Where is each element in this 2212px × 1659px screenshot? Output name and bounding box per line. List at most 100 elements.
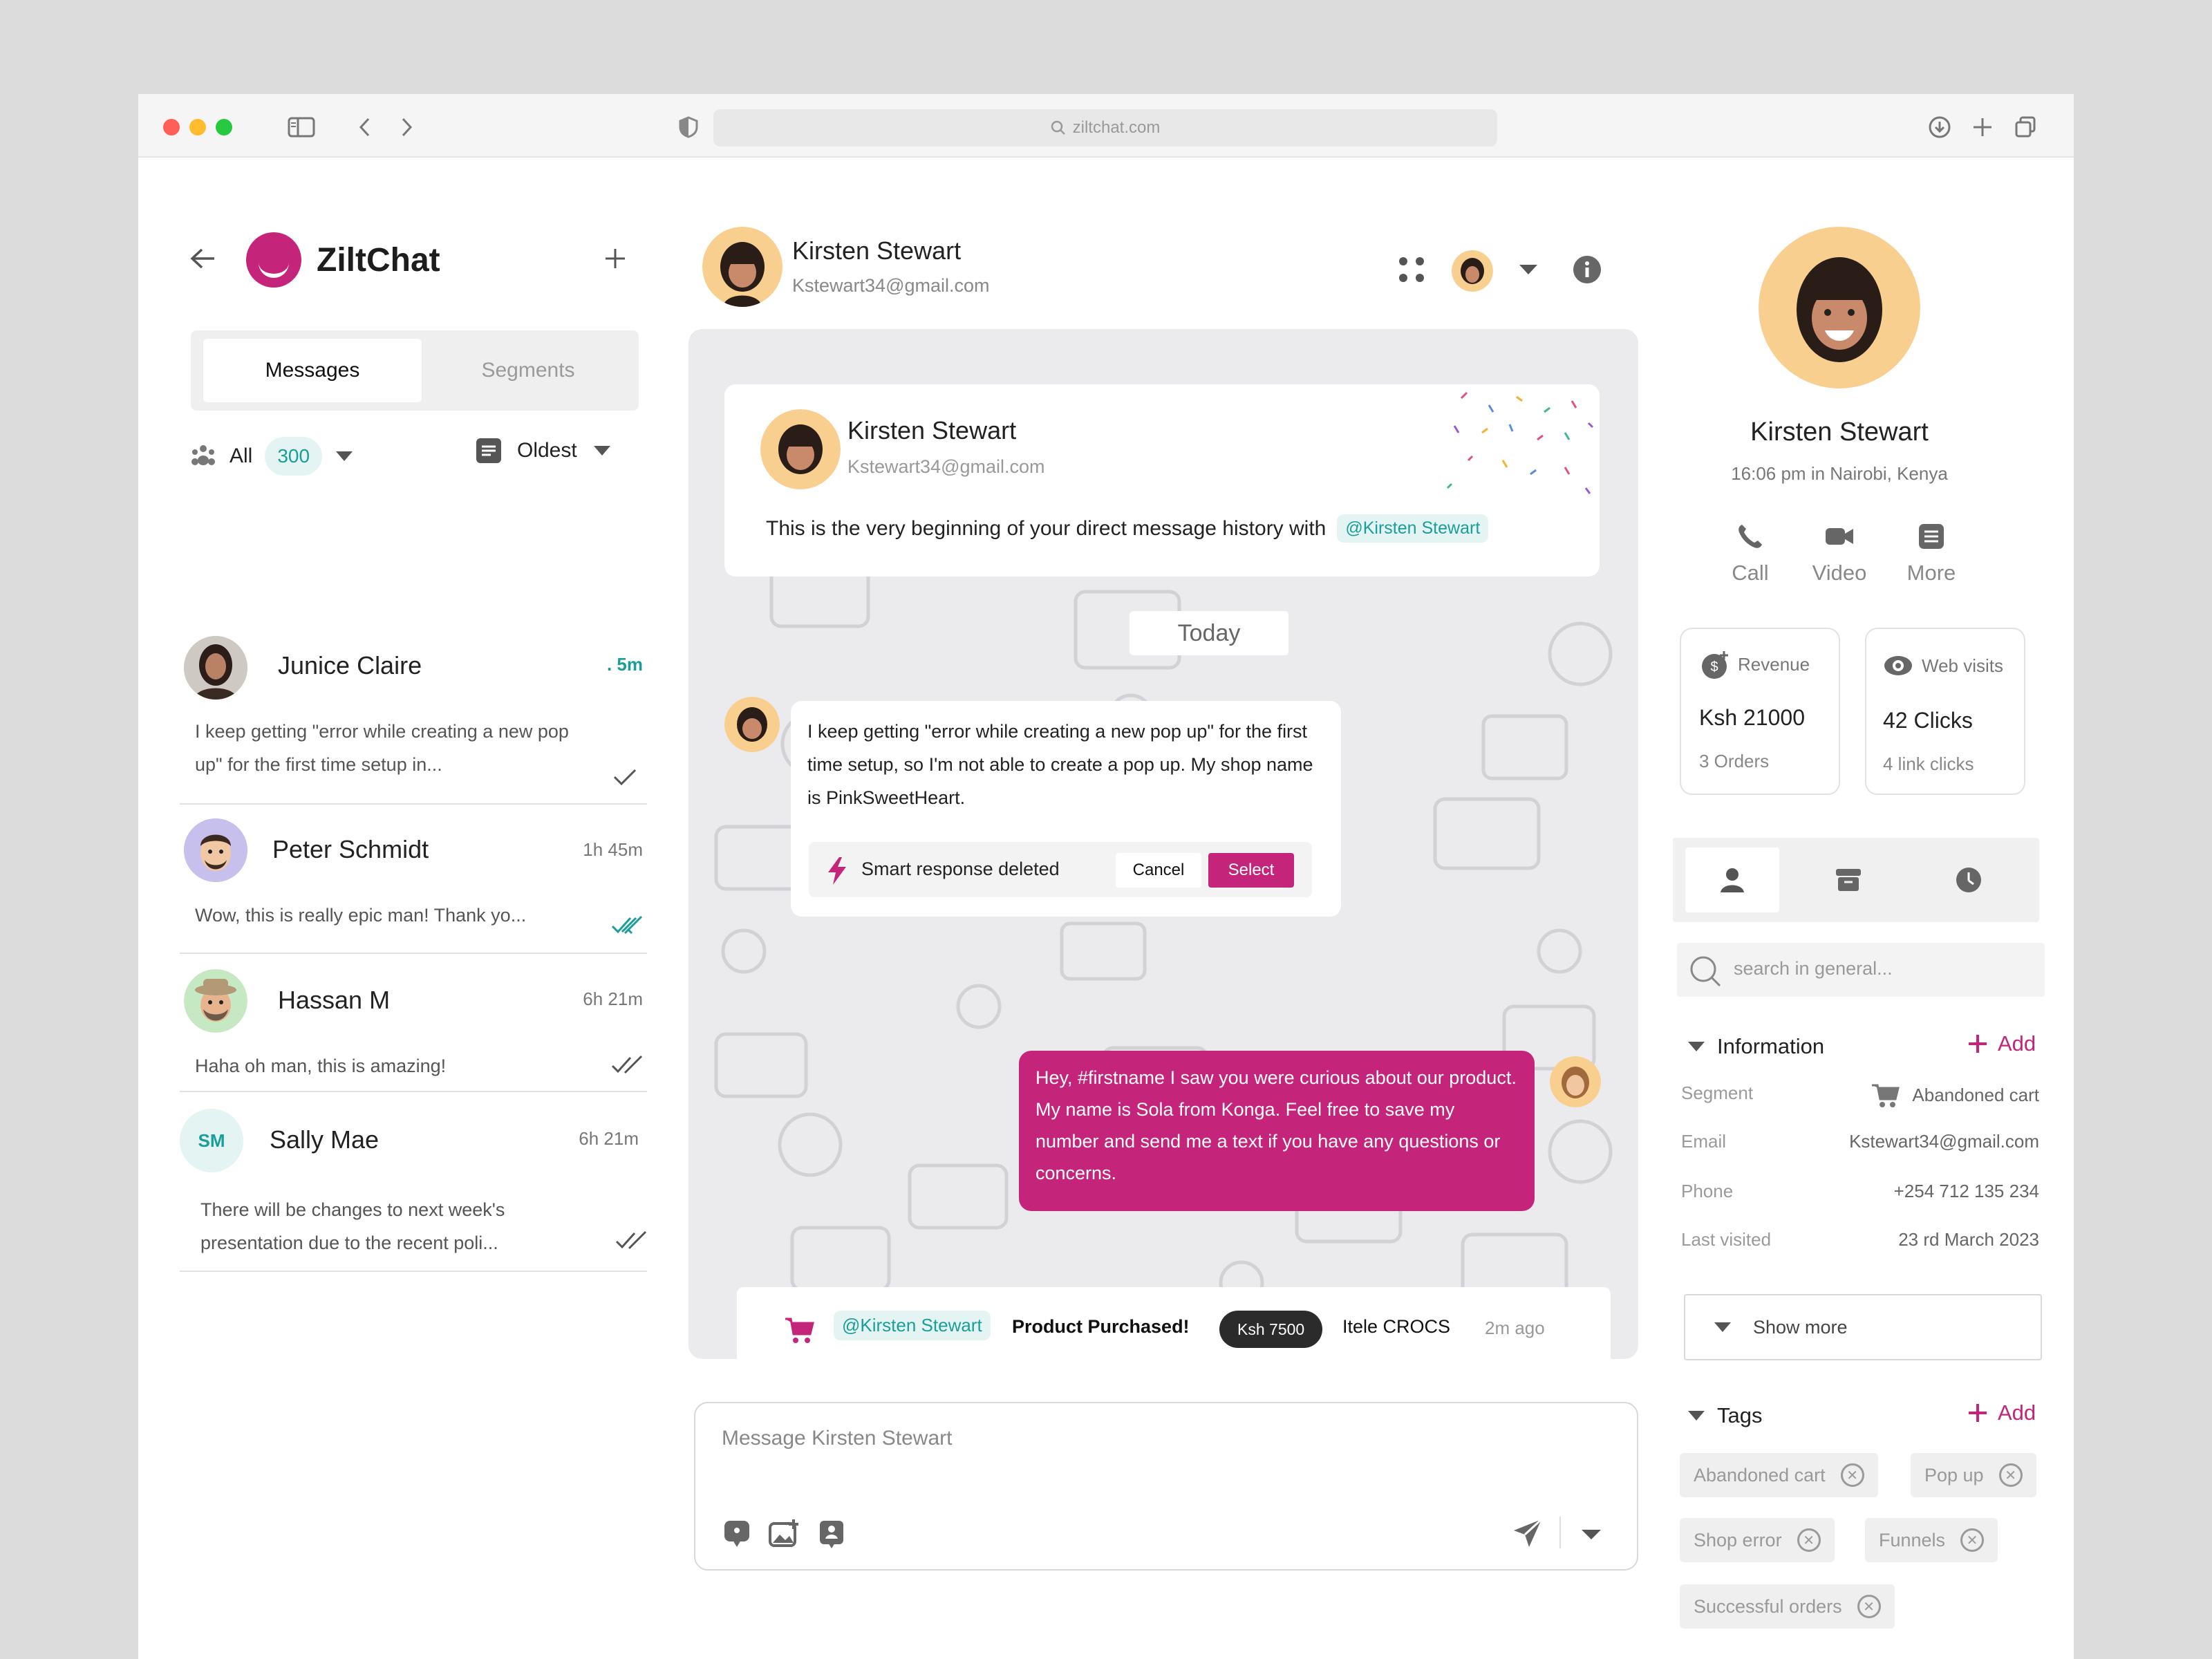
send-icon[interactable] [1512,1518,1543,1548]
chat-contact-name: Kirsten Stewart [792,236,962,265]
money-icon: $ [1702,651,1728,679]
sender-avatar [724,697,780,752]
conversation-time: 6h 21m [579,1128,639,1149]
profile-local-time: 16:06 pm in Nairobi, Kenya [1731,463,1948,484]
tab-history[interactable] [1922,847,2016,912]
double-check-read-icon [611,915,643,939]
profile-name: Kirsten Stewart [1750,418,1929,447]
maximize-window-button[interactable] [216,119,232,135]
cancel-button[interactable]: Cancel [1116,853,1201,888]
browser-window: ziltchat.com ZiltChat Messages Segments … [138,94,2074,1659]
tags-section-toggle[interactable]: Tags [1687,1403,1762,1428]
video-action[interactable]: Video [1801,523,1877,585]
outgoing-message-text: Hey, #firstname I saw you were curious a… [1035,1067,1517,1183]
chat-contact-email: Kstewart34@gmail.com [792,275,990,296]
search-input[interactable]: search in general... [1734,958,1893,980]
chat-bubble-icon[interactable] [723,1519,751,1548]
tag-chip: Pop up ✕ [1911,1453,2036,1497]
profile-tabs [1673,838,2039,922]
tabs-overview-icon[interactable] [2010,112,2041,142]
sort-dropdown[interactable]: Oldest [476,437,612,465]
profile-search-field[interactable]: search in general... [1677,943,2045,997]
address-bar[interactable]: ziltchat.com [713,109,1497,147]
conversation-name: Hassan M [278,986,391,1014]
filter-all[interactable]: All 300 [189,437,354,476]
double-check-icon [615,1230,647,1255]
back-icon[interactable] [350,112,380,142]
chevron-down-icon [336,451,353,461]
sort-label: Oldest [517,439,577,462]
conversation-item[interactable]: Hassan M 6h 21m Haha oh man, this is ama… [180,954,647,1092]
call-action[interactable]: Call [1717,523,1783,585]
tab-archive[interactable] [1801,847,1895,912]
conversation-preview: I keep getting "error while creating a n… [195,721,569,775]
remove-tag-icon[interactable]: ✕ [1857,1595,1881,1618]
contact-card-icon[interactable] [818,1519,845,1548]
sort-list-icon [476,438,501,463]
purchase-label: Product Purchased! [1012,1316,1190,1337]
segment-value: Abandoned cart [1912,1084,2039,1105]
tag-chip: Shop error ✕ [1680,1518,1835,1562]
info-icon[interactable] [1572,254,1602,288]
video-label: Video [1812,561,1867,585]
download-icon[interactable] [1924,112,1955,142]
assignee-avatar[interactable] [1452,250,1493,292]
email-label: Email [1681,1131,1727,1152]
avatar [184,818,247,882]
add-tag-label: Add [1998,1400,2036,1425]
tab-messages[interactable]: Messages [203,339,422,402]
panel-tabs: Messages Segments [191,330,639,411]
remove-tag-icon[interactable]: ✕ [1998,1463,2023,1487]
chat-contact-avatar[interactable] [702,227,782,307]
avatar [184,969,247,1033]
mention-chip[interactable]: @Kirsten Stewart [1337,514,1489,543]
conversation-preview: Haha oh man, this is amazing! [195,1056,447,1076]
avatar [184,636,247,700]
conversation-item[interactable]: SM Sally Mae 6h 21m There will be change… [180,1092,647,1272]
remove-tag-icon[interactable]: ✕ [1960,1528,1985,1552]
message-composer[interactable]: Message Kirsten Stewart [694,1402,1638,1571]
add-information-label: Add [1998,1031,2036,1056]
new-chat-plus-icon[interactable] [604,247,626,273]
information-section-toggle[interactable]: Information [1687,1034,1824,1059]
select-button[interactable]: Select [1208,853,1294,888]
assignee-dropdown-chevron-icon[interactable] [1518,263,1539,280]
chevron-down-icon [1688,1042,1705,1051]
filter-all-label: All [229,444,253,467]
add-information-button[interactable]: Add [1967,1031,2036,1056]
chevron-down-icon [593,446,610,456]
sidebar-toggle-icon[interactable] [286,112,317,142]
show-more-button[interactable]: Show more [1684,1294,2042,1360]
avatar-initials: SM [180,1109,243,1172]
remove-tag-icon[interactable]: ✕ [1840,1463,1864,1487]
people-group-icon [191,445,215,465]
conversation-name: Peter Schmidt [272,835,429,863]
shield-icon[interactable] [673,112,704,142]
back-arrow-icon[interactable] [189,247,216,273]
mention-chip[interactable]: @Kirsten Stewart [834,1311,991,1340]
tag-label: Shop error [1694,1529,1782,1550]
add-tag-button[interactable]: Add [1967,1400,2036,1425]
message-input[interactable]: Message Kirsten Stewart [722,1427,952,1450]
remove-tag-icon[interactable]: ✕ [1797,1528,1821,1552]
conversation-item[interactable]: Junice Claire . 5m I keep getting "error… [180,617,647,805]
forward-icon[interactable] [391,112,422,142]
email-value: Kstewart34@gmail.com [1849,1131,2039,1152]
intro-text-row: This is the very beginning of your direc… [766,514,1489,543]
browser-toolbar: ziltchat.com [138,94,2074,158]
tab-profile[interactable] [1685,847,1779,912]
image-upload-icon[interactable] [769,1519,799,1548]
apps-grid-icon[interactable] [1396,254,1427,288]
close-window-button[interactable] [163,119,180,135]
intro-name: Kirsten Stewart [847,416,1017,444]
web-visits-title: Web visits [1922,655,2003,676]
more-action[interactable]: More [1898,523,1965,585]
tab-segments[interactable]: Segments [419,339,637,402]
tag-label: Funnels [1879,1529,1946,1550]
new-tab-icon[interactable] [1967,112,1998,142]
tag-chip: Successful orders ✕ [1680,1584,1895,1629]
minimize-window-button[interactable] [189,119,206,135]
tag-label: Abandoned cart [1694,1464,1826,1485]
send-options-chevron-icon[interactable] [1580,1528,1602,1541]
conversation-item[interactable]: Peter Schmidt 1h 45m Wow, this is really… [180,805,647,954]
